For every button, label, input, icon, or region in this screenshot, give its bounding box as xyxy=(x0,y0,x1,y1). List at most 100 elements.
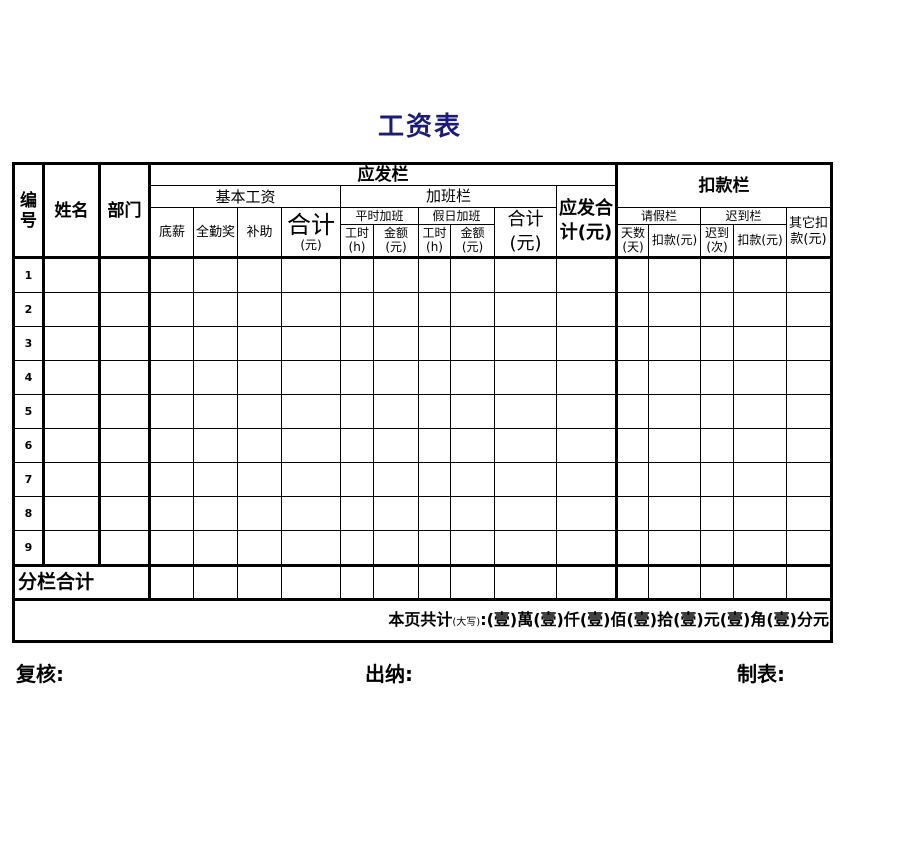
cell[interactable] xyxy=(494,256,557,293)
cell[interactable] xyxy=(193,530,238,566)
subtotal-cell[interactable] xyxy=(373,564,419,601)
cell[interactable] xyxy=(450,530,495,566)
cell[interactable] xyxy=(193,360,238,395)
cell[interactable] xyxy=(418,292,451,327)
subtotal-cell[interactable] xyxy=(237,564,282,601)
cell[interactable] xyxy=(494,360,557,395)
cell[interactable] xyxy=(700,496,734,531)
cell[interactable] xyxy=(556,394,618,429)
cell[interactable] xyxy=(733,256,787,293)
cell[interactable] xyxy=(373,496,419,531)
cell[interactable] xyxy=(556,360,618,395)
cell[interactable] xyxy=(700,292,734,327)
cell[interactable] xyxy=(98,462,151,497)
cell[interactable] xyxy=(418,428,451,463)
cell[interactable] xyxy=(616,360,649,395)
cell[interactable] xyxy=(373,360,419,395)
cell[interactable] xyxy=(733,292,787,327)
cell[interactable] xyxy=(648,394,701,429)
cell[interactable] xyxy=(149,292,194,327)
cell[interactable] xyxy=(281,292,341,327)
cell[interactable] xyxy=(149,496,194,531)
cell[interactable] xyxy=(237,530,282,566)
cell[interactable] xyxy=(648,428,701,463)
subtotal-cell[interactable] xyxy=(616,564,649,601)
cell[interactable] xyxy=(149,360,194,395)
cell[interactable] xyxy=(42,462,100,497)
cell[interactable] xyxy=(556,462,618,497)
cell[interactable] xyxy=(494,496,557,531)
cell[interactable] xyxy=(786,428,832,463)
cell[interactable] xyxy=(786,326,832,361)
cell[interactable] xyxy=(556,256,618,293)
cell[interactable] xyxy=(237,462,282,497)
cell[interactable] xyxy=(733,496,787,531)
cell[interactable] xyxy=(340,530,374,566)
cell[interactable] xyxy=(556,292,618,327)
cell[interactable] xyxy=(700,256,734,293)
cell[interactable] xyxy=(98,256,151,293)
cell[interactable] xyxy=(281,428,341,463)
cell[interactable] xyxy=(700,326,734,361)
cell[interactable] xyxy=(42,496,100,531)
cell[interactable] xyxy=(373,256,419,293)
cell[interactable] xyxy=(450,462,495,497)
cell[interactable] xyxy=(42,530,100,566)
cell[interactable] xyxy=(648,496,701,531)
cell[interactable] xyxy=(418,256,451,293)
cell[interactable] xyxy=(42,360,100,395)
cell[interactable] xyxy=(616,394,649,429)
cell[interactable] xyxy=(373,530,419,566)
cell[interactable] xyxy=(450,394,495,429)
cell[interactable] xyxy=(98,394,151,429)
subtotal-cell[interactable] xyxy=(149,564,194,601)
cell[interactable] xyxy=(648,326,701,361)
cell[interactable] xyxy=(237,326,282,361)
cell[interactable] xyxy=(616,530,649,566)
cell[interactable] xyxy=(700,394,734,429)
cell[interactable] xyxy=(281,394,341,429)
cell[interactable] xyxy=(418,496,451,531)
cell[interactable] xyxy=(340,360,374,395)
cell[interactable] xyxy=(648,360,701,395)
cell[interactable] xyxy=(700,360,734,395)
cell[interactable] xyxy=(237,428,282,463)
cell[interactable] xyxy=(281,496,341,531)
cell[interactable] xyxy=(786,292,832,327)
cell[interactable] xyxy=(237,256,282,293)
cell[interactable] xyxy=(616,462,649,497)
cell[interactable] xyxy=(149,394,194,429)
cell[interactable] xyxy=(733,428,787,463)
cell[interactable] xyxy=(786,256,832,293)
cell[interactable] xyxy=(648,530,701,566)
cell[interactable] xyxy=(193,292,238,327)
cell[interactable] xyxy=(616,256,649,293)
cell[interactable] xyxy=(193,256,238,293)
cell[interactable] xyxy=(373,326,419,361)
cell[interactable] xyxy=(450,496,495,531)
subtotal-cell[interactable] xyxy=(494,564,557,601)
cell[interactable] xyxy=(700,462,734,497)
cell[interactable] xyxy=(648,462,701,497)
cell[interactable] xyxy=(193,394,238,429)
cell[interactable] xyxy=(193,462,238,497)
cell[interactable] xyxy=(340,496,374,531)
subtotal-cell[interactable] xyxy=(450,564,495,601)
cell[interactable] xyxy=(556,530,618,566)
cell[interactable] xyxy=(418,462,451,497)
cell[interactable] xyxy=(700,428,734,463)
subtotal-cell[interactable] xyxy=(340,564,374,601)
cell[interactable] xyxy=(450,256,495,293)
cell[interactable] xyxy=(98,428,151,463)
cell[interactable] xyxy=(237,496,282,531)
subtotal-cell[interactable] xyxy=(281,564,341,601)
cell[interactable] xyxy=(648,292,701,327)
cell[interactable] xyxy=(494,530,557,566)
cell[interactable] xyxy=(281,256,341,293)
cell[interactable] xyxy=(616,428,649,463)
cell[interactable] xyxy=(648,256,701,293)
cell[interactable] xyxy=(494,292,557,327)
cell[interactable] xyxy=(193,496,238,531)
cell[interactable] xyxy=(281,360,341,395)
cell[interactable] xyxy=(450,326,495,361)
